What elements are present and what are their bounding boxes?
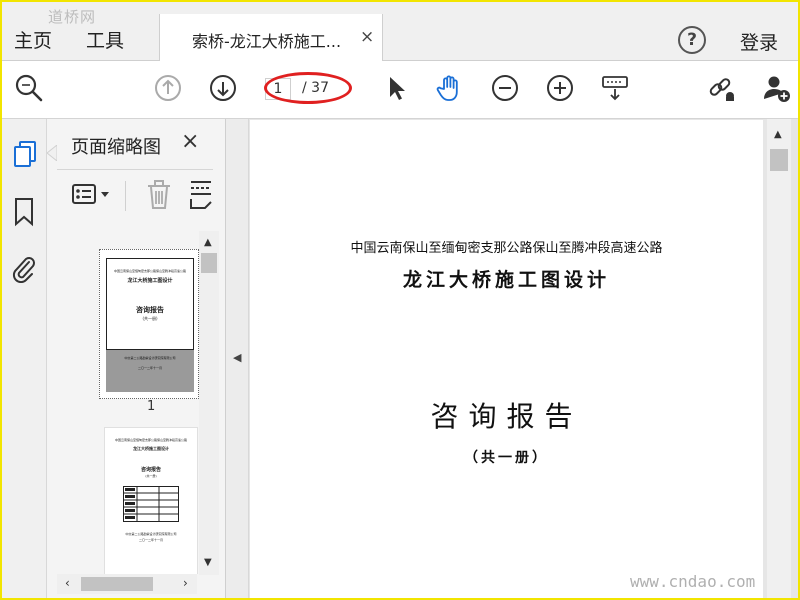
panel-pointer xyxy=(47,145,57,161)
bookmark-icon[interactable] xyxy=(13,197,35,227)
thumb-line: 龙江大桥施工图设计 xyxy=(127,278,173,284)
toolbar-separator xyxy=(125,181,126,211)
doc-title: 龙江大桥施工图设计 xyxy=(402,269,610,291)
help-icon[interactable]: ? xyxy=(678,26,706,54)
thumb-line: 咨询报告 xyxy=(136,306,164,314)
thumb-line: 咨询报告 xyxy=(140,467,161,473)
toolbar: 1 / 37 xyxy=(2,61,798,119)
highlight-annotation xyxy=(264,72,352,104)
panel-title: 页面缩略图 xyxy=(71,137,161,158)
collapse-panel-strip[interactable]: ◀ xyxy=(226,119,249,598)
scroll-thumb[interactable] xyxy=(201,253,217,273)
thumbnails-vertical-scrollbar[interactable]: ▲ ▼ xyxy=(199,231,219,575)
scroll-right-arrow-icon[interactable]: › xyxy=(183,576,188,590)
collapse-arrow-icon[interactable]: ◀ xyxy=(233,351,241,364)
divider xyxy=(57,169,213,170)
watermark-bottom-right: www.cndao.com xyxy=(630,572,756,591)
thumb-line: 二〇一二年十一月 xyxy=(137,366,162,370)
page-up-icon[interactable] xyxy=(153,73,183,103)
tab-bar: 主页 工具 索桥-龙江大桥施工... × ? 登录 xyxy=(2,2,798,61)
thumbnail-options-icon[interactable] xyxy=(71,181,115,209)
thumb-line: 龙江大桥施工图设计 xyxy=(133,446,169,451)
thumbnails-panel: 页面缩略图 × 中国云南保山至缅甸密支那公路保山至腾冲段高速公路 龙江大桥施工图… xyxy=(47,119,226,598)
thumb-line: 中交第二公路勘察设计研究院有限公司 xyxy=(125,532,177,536)
document-tab[interactable]: 索桥-龙江大桥施工... × xyxy=(159,14,383,61)
doc-report-title: 咨询报告 xyxy=(430,400,583,433)
keyboard-icon[interactable] xyxy=(600,73,630,103)
scroll-up-arrow-icon[interactable]: ▲ xyxy=(204,237,212,248)
hand-tool-icon[interactable] xyxy=(435,73,465,103)
scroll-thumb[interactable] xyxy=(770,149,788,171)
app-window: 主页 工具 索桥-龙江大桥施工... × ? 登录 道桥网 1 / 37 页面缩… xyxy=(0,0,800,600)
thumbnail-signature-table xyxy=(123,486,179,522)
close-tab-button[interactable]: × xyxy=(360,27,374,47)
scroll-left-arrow-icon[interactable]: ‹ xyxy=(65,576,70,590)
search-zoom-icon[interactable] xyxy=(14,73,44,103)
document-viewport: ◀ 中国云南保山至缅甸密支那公路保山至腾冲段高速公路 龙江大桥施工图设计 咨询报… xyxy=(226,119,798,598)
scroll-thumb[interactable] xyxy=(81,577,153,591)
tools-tab[interactable]: 工具 xyxy=(86,26,124,53)
page-down-icon[interactable] xyxy=(208,73,238,103)
zoom-in-icon[interactable] xyxy=(545,73,575,103)
thumb-line: 中国云南保山至缅甸密支那公路保山至腾冲段高速公路 xyxy=(114,438,187,442)
delete-icon[interactable] xyxy=(145,179,173,211)
select-cursor-icon[interactable] xyxy=(382,73,412,103)
thumbnail-page-2[interactable]: 中国云南保山至缅甸密支那公路保山至腾冲段高速公路 龙江大桥施工图设计 咨询报告 … xyxy=(104,427,198,574)
doc-subtitle: 中国云南保山至缅甸密支那公路保山至腾冲段高速公路 xyxy=(350,241,663,256)
watermark-top-left: 道桥网 xyxy=(48,8,97,26)
close-panel-button[interactable]: × xyxy=(181,129,199,154)
thumb-line: 中国云南保山至缅甸密支那公路保山至腾冲段高速公路 xyxy=(113,269,186,273)
page-thumbnails-icon[interactable] xyxy=(12,139,38,169)
thumbnail-content: 中国云南保山至缅甸密支那公路保山至腾冲段高速公路 龙江大桥施工图设计 咨询报告 … xyxy=(106,258,194,350)
insert-page-icon[interactable] xyxy=(187,179,213,211)
share-link-icon[interactable] xyxy=(707,73,737,103)
scroll-down-arrow-icon[interactable]: ▼ xyxy=(204,557,212,568)
scroll-up-arrow-icon[interactable]: ▲ xyxy=(774,129,782,140)
thumbnail-footer: 中交第二公路勘察设计研究院有限公司 二〇一二年十一月 xyxy=(106,350,194,392)
attachment-icon[interactable] xyxy=(11,253,37,283)
zoom-out-icon[interactable] xyxy=(490,73,520,103)
home-tab[interactable]: 主页 xyxy=(14,26,52,53)
thumb-line: 二〇一二年十一月 xyxy=(138,538,163,542)
document-vertical-scrollbar[interactable]: ▲ xyxy=(767,119,791,598)
thumbnails-horizontal-scrollbar[interactable]: ‹ › xyxy=(57,574,197,594)
document-tab-title: 索桥-龙江大桥施工... xyxy=(192,32,342,51)
thumb-line: 中交第二公路勘察设计研究院有限公司 xyxy=(124,356,176,360)
left-nav-rail xyxy=(2,119,47,598)
thumbnail-label: 1 xyxy=(147,399,156,414)
pdf-page: 中国云南保山至缅甸密支那公路保山至腾冲段高速公路 龙江大桥施工图设计 咨询报告 … xyxy=(250,120,763,598)
doc-volume: （共一册） xyxy=(464,450,549,466)
thumbnail-page-1[interactable]: 中国云南保山至缅甸密支那公路保山至腾冲段高速公路 龙江大桥施工图设计 咨询报告 … xyxy=(99,249,199,399)
add-user-icon[interactable] xyxy=(762,73,792,103)
thumb-line: (共一册) xyxy=(142,316,158,321)
thumb-line: (共一册) xyxy=(145,474,157,478)
login-button[interactable]: 登录 xyxy=(740,28,778,55)
